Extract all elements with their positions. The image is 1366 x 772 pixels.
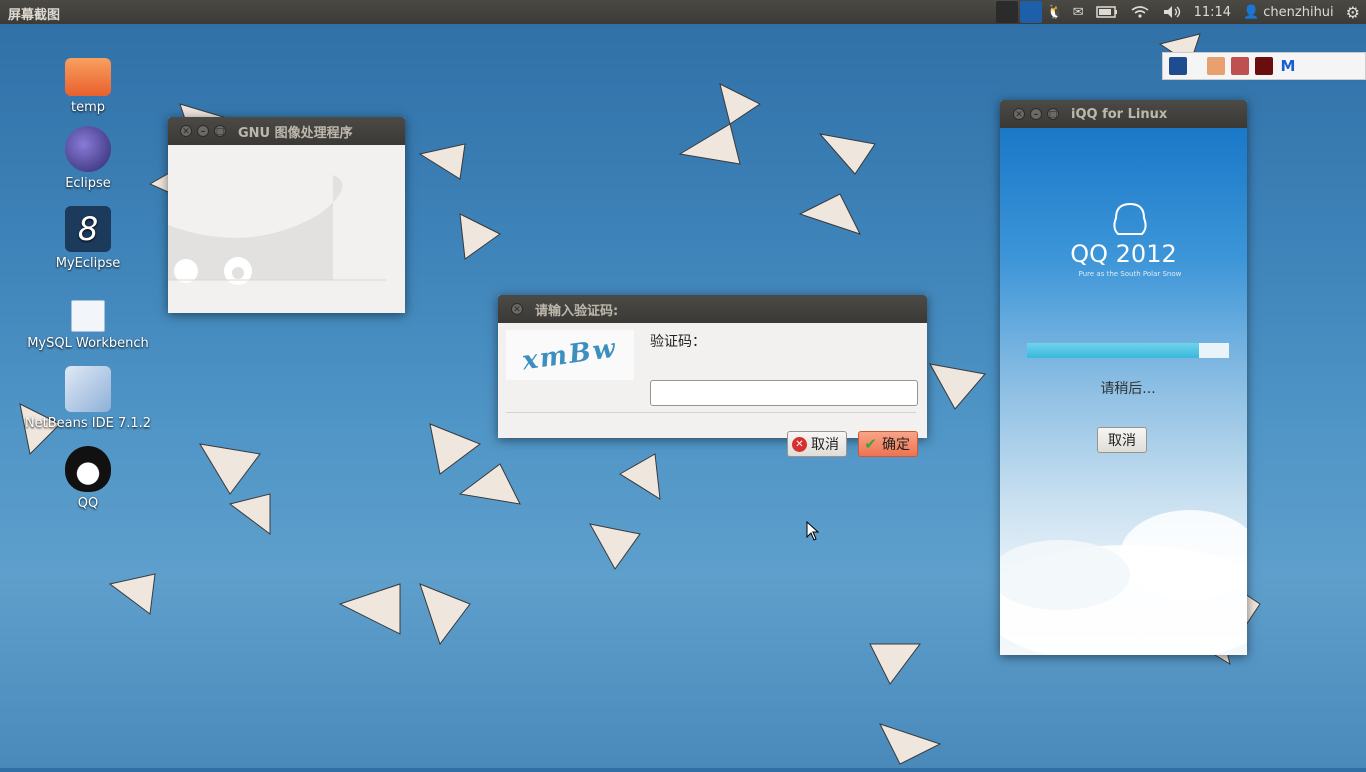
mouse-cursor	[806, 521, 820, 541]
tray-app-screen-icon[interactable]	[1169, 57, 1187, 75]
gear-icon[interactable]: ⚙	[1340, 0, 1366, 24]
desktop-icon-label: Eclipse	[65, 176, 111, 191]
battery-icon[interactable]	[1090, 0, 1124, 24]
notification-tray: M	[1162, 52, 1366, 80]
iqq-window: ✕ – □ iQQ for Linux QQ 2012 Pure as the …	[1000, 100, 1247, 655]
desktop-icon-label: temp	[70, 100, 105, 115]
myeclipse-icon: 8	[65, 206, 111, 252]
mysql-workbench-icon	[71, 300, 105, 332]
captcha-body: xmBw 验证码： ✕ 取消 ✔ 确定	[498, 323, 927, 457]
login-progress-fill	[1027, 343, 1199, 358]
desktop-icon-temp[interactable]: temp	[18, 52, 158, 115]
mail-icon[interactable]: ✉	[1067, 0, 1090, 24]
wifi-icon[interactable]	[1124, 0, 1156, 24]
captcha-dialog: ✕ 请输入验证码: xmBw 验证码： ✕ 取消 ✔ 确定	[498, 295, 927, 457]
folder-icon	[65, 58, 111, 96]
eclipse-icon	[65, 126, 111, 172]
desktop-icon-mysql-workbench[interactable]: MySQL Workbench	[18, 300, 158, 351]
tray-app-blue-icon[interactable]	[1019, 1, 1042, 23]
iqq-cancel-button[interactable]: 取消	[1097, 427, 1147, 453]
clock[interactable]: 11:14	[1188, 0, 1237, 24]
maximize-icon[interactable]: □	[214, 125, 226, 137]
desktop-icon-label: NetBeans IDE 7.1.2	[24, 416, 152, 431]
user-menu[interactable]: 👤 chenzhihui	[1237, 0, 1340, 24]
gimp-body	[168, 145, 405, 313]
desktop-icon-eclipse[interactable]: Eclipse	[18, 126, 158, 191]
gimp-window: ✕ – □ GNU 图像处理程序	[168, 117, 405, 313]
maximize-icon[interactable]: □	[1047, 108, 1059, 120]
minimize-icon[interactable]: –	[197, 125, 209, 137]
desktop-icon-netbeans[interactable]: NetBeans IDE 7.1.2	[18, 366, 158, 431]
user-name: chenzhihui	[1263, 4, 1334, 20]
tray-app-red-icon[interactable]	[1255, 57, 1273, 75]
system-tray: 🐧 ✉ 11:14 👤 chenzhihui ⚙	[995, 0, 1366, 24]
close-icon[interactable]: ✕	[180, 125, 192, 137]
qq-logo-icon	[1113, 202, 1147, 235]
active-app-title: 屏幕截图	[8, 8, 61, 23]
iqq-cancel-label: 取消	[1108, 433, 1136, 449]
captcha-label: 验证码：	[650, 334, 706, 350]
cloud-decoration	[1000, 510, 1247, 655]
gimp-titlebar[interactable]: ✕ – □ GNU 图像处理程序	[168, 117, 405, 145]
login-progress-bar	[1027, 343, 1229, 358]
netbeans-icon	[65, 366, 111, 412]
captcha-image[interactable]: xmBw	[506, 330, 634, 380]
qq-logo-text: QQ 2012	[1070, 240, 1177, 268]
captcha-titlebar[interactable]: ✕ 请输入验证码:	[498, 295, 927, 323]
desktop-icon-label: MyEclipse	[55, 256, 121, 271]
tray-app-m-icon[interactable]: M	[1279, 57, 1297, 75]
check-icon: ✔	[864, 434, 877, 453]
cancel-button[interactable]: ✕ 取消	[787, 431, 847, 457]
ok-button[interactable]: ✔ 确定	[858, 431, 918, 457]
qq-penguin-icon	[65, 446, 111, 492]
cancel-icon: ✕	[792, 436, 807, 452]
volume-icon[interactable]	[1156, 0, 1188, 24]
desktop-icon-label: MySQL Workbench	[27, 336, 149, 351]
window-title: iQQ for Linux	[1071, 106, 1168, 122]
user-icon: 👤	[1243, 4, 1260, 20]
desktop-icon-qq[interactable]: QQ	[18, 446, 158, 511]
cancel-button-label: 取消	[811, 437, 839, 453]
desktop-icon-label: QQ	[77, 496, 99, 511]
top-panel: 屏幕截图 🐧 ✉ 11:14 👤 chenzhihui ⚙	[0, 0, 1366, 24]
minimize-icon[interactable]: –	[1030, 108, 1042, 120]
tray-app-people-icon[interactable]	[1231, 57, 1249, 75]
iqq-body: QQ 2012 Pure as the South Polar Snow 请稍后…	[1000, 128, 1247, 655]
desktop-icon-myeclipse[interactable]: 8 MyEclipse	[18, 206, 158, 271]
close-icon[interactable]: ✕	[1013, 108, 1025, 120]
window-title: GNU 图像处理程序	[238, 125, 353, 141]
divider	[506, 412, 916, 413]
gimp-watermark	[168, 175, 386, 285]
close-icon[interactable]: ✕	[511, 303, 523, 315]
captcha-text: xmBw	[520, 333, 620, 377]
tray-app-qq-icon[interactable]: 🐧	[1044, 1, 1066, 23]
ok-button-label: 确定	[882, 437, 910, 453]
tray-app-contact-icon[interactable]	[1207, 57, 1225, 75]
login-status: 请稍后...	[1100, 381, 1156, 397]
tray-app-penguin-icon[interactable]	[995, 1, 1018, 23]
qq-slogan: Pure as the South Polar Snow	[1078, 270, 1182, 278]
captcha-input[interactable]	[650, 380, 918, 406]
iqq-titlebar[interactable]: ✕ – □ iQQ for Linux	[1000, 100, 1247, 128]
window-title: 请输入验证码:	[535, 303, 619, 319]
